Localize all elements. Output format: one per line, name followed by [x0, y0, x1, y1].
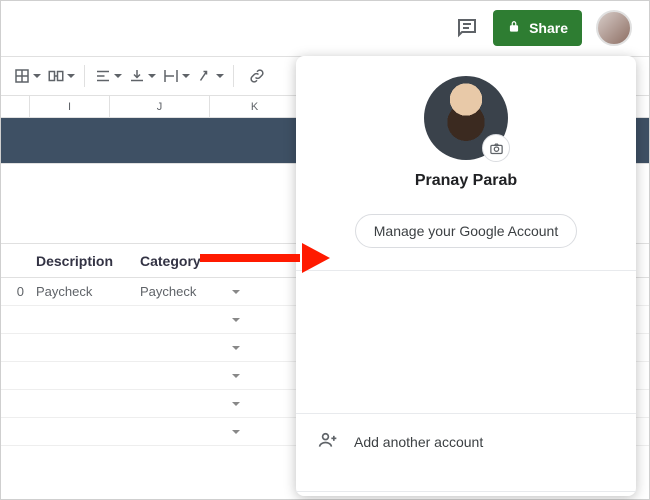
cell-dropdown[interactable] — [140, 426, 250, 438]
camera-icon[interactable] — [482, 134, 510, 162]
col-header[interactable]: I — [30, 96, 110, 117]
chevron-down-icon — [232, 290, 240, 298]
chevron-down-icon — [232, 402, 240, 410]
spacer — [296, 271, 636, 391]
cell[interactable]: Paycheck — [30, 284, 140, 299]
manage-account-button[interactable]: Manage your Google Account — [355, 214, 577, 248]
col-header[interactable]: K — [210, 96, 300, 117]
insert-link-tool[interactable] — [240, 62, 274, 90]
chevron-down-icon — [232, 374, 240, 382]
divider — [296, 491, 636, 492]
account-menu: Pranay Parab Manage your Google Account … — [296, 56, 636, 496]
cell[interactable]: 0 — [0, 284, 30, 299]
table-header: Category — [140, 253, 250, 269]
person-add-icon — [318, 430, 338, 453]
chevron-down-icon — [232, 346, 240, 354]
cell-dropdown[interactable] — [140, 342, 250, 354]
col-header[interactable]: J — [110, 96, 210, 117]
chevron-down-icon — [232, 430, 240, 438]
account-avatar[interactable] — [596, 10, 632, 46]
cell-dropdown[interactable] — [140, 398, 250, 410]
app-header: Share — [0, 0, 650, 56]
text-wrap-tool[interactable] — [159, 62, 193, 90]
cell-dropdown[interactable] — [140, 314, 250, 326]
table-header: Description — [30, 253, 140, 269]
share-label: Share — [529, 20, 568, 36]
account-name: Pranay Parab — [296, 172, 636, 190]
share-button[interactable]: Share — [493, 10, 582, 46]
col-header[interactable] — [0, 96, 30, 117]
horizontal-align-tool[interactable] — [91, 62, 125, 90]
toolbar-separator — [233, 65, 234, 87]
cell-dropdown[interactable] — [140, 370, 250, 382]
borders-tool[interactable] — [10, 62, 44, 90]
lock-icon — [507, 20, 521, 37]
toolbar-separator — [84, 65, 85, 87]
merge-cells-tool[interactable] — [44, 62, 78, 90]
vertical-align-tool[interactable] — [125, 62, 159, 90]
account-avatar-large[interactable] — [424, 76, 508, 160]
comment-icon[interactable] — [455, 16, 479, 40]
cell-dropdown[interactable]: Paycheck — [140, 284, 250, 299]
text-rotation-tool[interactable] — [193, 62, 227, 90]
add-account-button[interactable]: Add another account — [296, 414, 636, 469]
add-account-label: Add another account — [354, 434, 483, 450]
chevron-down-icon — [232, 318, 240, 326]
